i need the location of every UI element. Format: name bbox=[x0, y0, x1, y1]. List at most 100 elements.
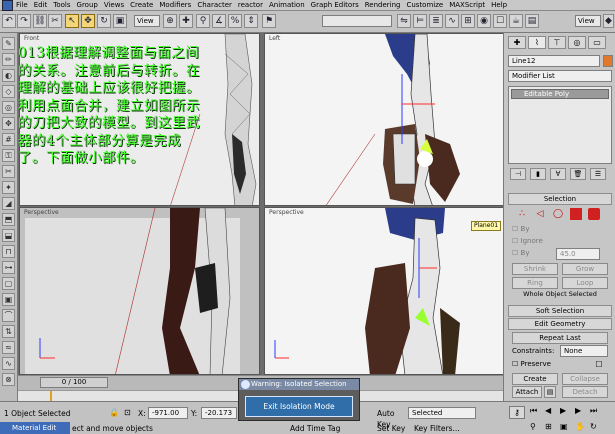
viewport-perspective-left[interactable]: Perspective bbox=[19, 207, 260, 375]
menu-edit[interactable]: Edit bbox=[34, 1, 48, 9]
spinner-snap-icon[interactable]: ⇕ bbox=[244, 14, 258, 28]
attach-list-icon[interactable]: ▤ bbox=[544, 386, 556, 398]
repeat-last-button[interactable]: Repeat Last bbox=[512, 332, 608, 344]
menu-file[interactable]: File bbox=[16, 1, 28, 9]
collapse-icon[interactable]: ⊗ bbox=[2, 373, 15, 386]
hierarchy-tab-icon[interactable]: ⊤ bbox=[548, 36, 566, 49]
connect-icon[interactable]: ⊶ bbox=[2, 261, 15, 274]
preserve-uvs-checkbox-row[interactable]: ☐ Preserve bbox=[512, 359, 572, 370]
flip-icon[interactable]: ⇅ bbox=[2, 325, 15, 338]
mirror-icon[interactable]: ⇋ bbox=[397, 14, 411, 28]
selection-set-dropdown[interactable]: Selected bbox=[408, 407, 476, 419]
display-tab-icon[interactable]: ▭ bbox=[588, 36, 606, 49]
named-selection-sets-dropdown[interactable] bbox=[322, 15, 392, 27]
ring-button[interactable]: Ring bbox=[512, 277, 558, 289]
vertex-level-icon[interactable]: ∴ bbox=[516, 208, 528, 220]
by-vertex-checkbox-row[interactable]: ☐ By bbox=[512, 225, 608, 235]
menu-views[interactable]: Views bbox=[104, 1, 124, 9]
menu-maxscript[interactable]: MAXScript bbox=[449, 1, 485, 9]
relax-icon[interactable]: ∿ bbox=[2, 357, 15, 370]
edge-level-icon[interactable]: ◁ bbox=[534, 208, 546, 220]
menu-tools[interactable]: Tools bbox=[53, 1, 70, 9]
polygon-level-icon[interactable] bbox=[570, 208, 582, 220]
quick-render-icon[interactable]: ☕ bbox=[509, 14, 523, 28]
pin-stack-icon[interactable]: ⊣ bbox=[510, 168, 526, 180]
modify-tab-icon[interactable]: ⌇ bbox=[528, 36, 546, 49]
brush-icon[interactable]: ◐ bbox=[2, 69, 15, 82]
play-icon[interactable]: ▶ bbox=[560, 406, 572, 418]
menu-reactor[interactable]: reactor bbox=[238, 1, 263, 9]
extrude-icon[interactable]: ⬒ bbox=[2, 213, 15, 226]
create-tool-icon[interactable]: ✎ bbox=[2, 37, 15, 50]
modifier-list-dropdown[interactable]: Modifier List bbox=[508, 70, 612, 82]
angle-value-field[interactable]: 45.0 bbox=[556, 248, 600, 260]
time-slider-handle[interactable]: 0 / 100 bbox=[40, 377, 108, 388]
menu-help[interactable]: Help bbox=[491, 1, 507, 9]
element-level-icon[interactable] bbox=[588, 208, 600, 220]
bevel-icon[interactable]: ⬓ bbox=[2, 229, 15, 242]
render-view-dropdown[interactable]: View bbox=[575, 15, 601, 27]
undo-icon[interactable]: ↶ bbox=[2, 14, 16, 28]
select-icon[interactable]: ◇ bbox=[2, 85, 15, 98]
next-frame-icon[interactable]: ▶ bbox=[575, 406, 587, 418]
menu-create[interactable]: Create bbox=[130, 1, 153, 9]
select-object-icon[interactable]: ↖ bbox=[65, 14, 79, 28]
link-icon[interactable]: ⛓ bbox=[33, 14, 47, 28]
auto-key-button[interactable]: Auto Key bbox=[377, 408, 407, 429]
pivot-icon[interactable]: ⊕ bbox=[163, 14, 177, 28]
set-key-button[interactable]: Set Key bbox=[377, 423, 407, 434]
dialog-title[interactable]: Warning: Isolated Selection bbox=[239, 379, 359, 390]
grow-button[interactable]: Grow bbox=[562, 263, 608, 275]
render-icon[interactable]: ◆ bbox=[603, 14, 614, 28]
ignore-backfacing-checkbox-row[interactable]: ☐ Ignore bbox=[512, 237, 608, 247]
stack-item-editable-poly[interactable]: Editable Poly bbox=[511, 89, 609, 99]
inset-icon[interactable]: ▢ bbox=[2, 277, 15, 290]
pan-icon[interactable]: ✋ bbox=[575, 422, 587, 434]
set-key-icon[interactable]: ⚷ bbox=[509, 406, 525, 419]
bridge-icon[interactable]: ⊓ bbox=[2, 245, 15, 258]
detach-button[interactable]: Detach bbox=[562, 386, 608, 398]
weld-icon[interactable]: ✦ bbox=[2, 181, 15, 194]
target-icon[interactable]: ◎ bbox=[2, 101, 15, 114]
create-button[interactable]: Create bbox=[512, 373, 558, 385]
go-to-end-icon[interactable]: ⏭ bbox=[590, 406, 602, 418]
go-to-start-icon[interactable]: ⏮ bbox=[530, 406, 542, 418]
menu-customize[interactable]: Customize bbox=[406, 1, 443, 9]
zoom-extents-icon[interactable]: ▣ bbox=[560, 422, 572, 434]
viewport-perspective-right[interactable]: Perspective Plane01 bbox=[264, 207, 504, 375]
menu-character[interactable]: Character bbox=[197, 1, 232, 9]
redo-icon[interactable]: ↷ bbox=[17, 14, 31, 28]
absolute-mode-icon[interactable]: ⊡ bbox=[124, 408, 136, 419]
exit-isolation-mode-button[interactable]: Exit Isolation Mode bbox=[245, 396, 353, 417]
move-tool-icon[interactable]: ✥ bbox=[2, 117, 15, 130]
motion-tab-icon[interactable]: ◎ bbox=[568, 36, 586, 49]
key-filters-button[interactable]: Key Filters... bbox=[414, 423, 474, 434]
soft-selection-rollout-header[interactable]: Soft Selection bbox=[508, 305, 612, 317]
configure-modifier-icon[interactable]: ☰ bbox=[590, 168, 606, 180]
shrink-button[interactable]: Shrink bbox=[512, 263, 558, 275]
viewport-left[interactable]: Left bbox=[264, 33, 504, 206]
menu-rendering[interactable]: Rendering bbox=[365, 1, 401, 9]
constraints-dropdown[interactable]: None bbox=[560, 345, 608, 357]
app-icon[interactable] bbox=[2, 0, 13, 11]
show-end-result-icon[interactable]: ▮ bbox=[530, 168, 546, 180]
menu-modifiers[interactable]: Modifiers bbox=[159, 1, 191, 9]
paint-icon[interactable]: ✏ bbox=[2, 53, 15, 66]
taskbar-material-editor[interactable]: Material Edit bbox=[0, 422, 70, 434]
select-manipulate-icon[interactable]: ✚ bbox=[179, 14, 193, 28]
outline-icon[interactable]: ▣ bbox=[2, 293, 15, 306]
material-editor-icon[interactable]: ◉ bbox=[477, 14, 491, 28]
menu-group[interactable]: Group bbox=[77, 1, 98, 9]
named-selection-icon[interactable]: ⚑ bbox=[262, 14, 276, 28]
selection-rollout-header[interactable]: Selection bbox=[508, 193, 612, 205]
chamfer-icon[interactable]: ◢ bbox=[2, 197, 15, 210]
select-rotate-icon[interactable]: ↻ bbox=[97, 14, 111, 28]
smooth-icon[interactable]: ≈ bbox=[2, 341, 15, 354]
grid-icon[interactable]: # bbox=[2, 133, 15, 146]
select-move-icon[interactable]: ✥ bbox=[81, 14, 95, 28]
cut-icon[interactable]: ✂ bbox=[2, 165, 15, 178]
previous-frame-icon[interactable]: ◀ bbox=[545, 406, 557, 418]
loop-button[interactable]: Loop bbox=[562, 277, 608, 289]
lock-selection-icon[interactable]: 🔒 bbox=[108, 408, 120, 419]
render-setup-icon[interactable]: ☐ bbox=[493, 14, 507, 28]
